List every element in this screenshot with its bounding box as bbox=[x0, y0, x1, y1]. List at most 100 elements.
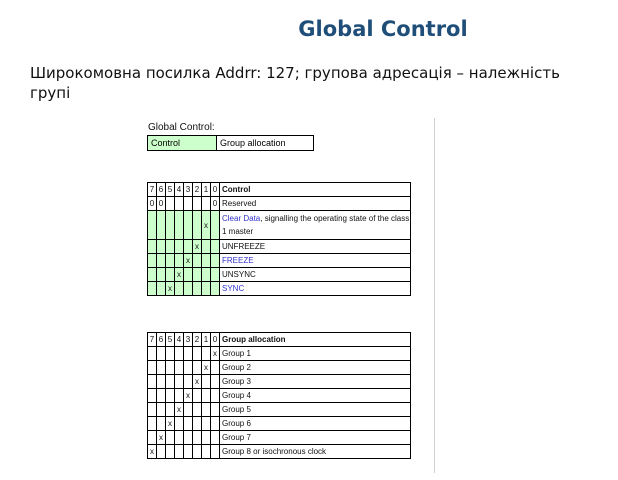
summary-cell-control: Control bbox=[147, 135, 217, 151]
table-row: x Group 4 bbox=[147, 388, 411, 403]
bit-cell: x bbox=[174, 402, 184, 417]
bit-header-cell: 6 bbox=[156, 332, 166, 347]
bit-cell bbox=[201, 444, 211, 459]
bit-cell bbox=[156, 253, 166, 268]
bit-cell bbox=[156, 346, 166, 361]
bit-cell bbox=[174, 346, 184, 361]
row-description: Group 7 bbox=[219, 430, 411, 445]
bit-header-cell: 0 bbox=[210, 182, 220, 197]
bit-cell: 0 bbox=[156, 196, 166, 211]
bit-cell: x bbox=[147, 444, 157, 459]
bit-cell bbox=[192, 281, 202, 296]
bit-cell bbox=[156, 360, 166, 375]
bit-cell bbox=[165, 374, 175, 389]
bit-header-cell: 2 bbox=[192, 182, 202, 197]
bit-header-cell: 0 bbox=[210, 332, 220, 347]
bit-cell bbox=[210, 444, 220, 459]
summary-cell-group-allocation: Group allocation bbox=[216, 135, 314, 151]
bit-cell bbox=[201, 239, 211, 254]
table-row: x SYNC bbox=[147, 281, 411, 296]
bit-cell bbox=[183, 346, 193, 361]
bit-cell bbox=[174, 196, 184, 211]
bit-cell bbox=[183, 239, 193, 254]
bit-cell bbox=[165, 210, 175, 240]
bit-cell: x bbox=[192, 239, 202, 254]
slide-title: Global Control bbox=[298, 17, 468, 41]
row-description: Group 5 bbox=[219, 402, 411, 417]
bit-cell bbox=[174, 210, 184, 240]
row-description: FREEZE bbox=[219, 253, 411, 268]
bit-header-cell: 4 bbox=[174, 332, 184, 347]
bit-header-cell: 1 bbox=[201, 182, 211, 197]
bit-cell bbox=[174, 388, 184, 403]
bit-cell bbox=[156, 210, 166, 240]
bit-cell bbox=[183, 360, 193, 375]
bit-cell bbox=[183, 416, 193, 431]
bit-header-cell: 3 bbox=[183, 182, 193, 197]
page-edge-divider bbox=[434, 118, 435, 473]
bit-cell bbox=[183, 267, 193, 282]
row-description: Group 3 bbox=[219, 374, 411, 389]
bit-cell bbox=[165, 253, 175, 268]
bit-cell bbox=[210, 239, 220, 254]
row-description: Group 2 bbox=[219, 360, 411, 375]
bit-cell bbox=[192, 196, 202, 211]
bit-cell bbox=[201, 281, 211, 296]
bit-cell bbox=[192, 444, 202, 459]
bit-header-cell: 7 bbox=[147, 182, 157, 197]
table-row: x Group 8 or isochronous clock bbox=[147, 444, 411, 459]
bit-cell bbox=[147, 346, 157, 361]
bit-cell bbox=[201, 388, 211, 403]
bit-cell bbox=[165, 444, 175, 459]
bit-cell bbox=[165, 196, 175, 211]
bit-cell bbox=[174, 360, 184, 375]
group-bits-table: 7 6 5 4 3 2 1 0 Group allocation x Group 1 x Group 2… bbox=[147, 332, 411, 459]
bit-cell: x bbox=[165, 416, 175, 431]
bit-cell bbox=[210, 253, 220, 268]
bit-cell bbox=[201, 416, 211, 431]
command-link-text: Clear Data bbox=[222, 214, 261, 223]
bit-cell bbox=[147, 267, 157, 282]
command-link-text: SYNC bbox=[222, 284, 245, 293]
bit-cell bbox=[156, 374, 166, 389]
table-row: x UNSYNC bbox=[147, 267, 411, 282]
bit-cell bbox=[174, 239, 184, 254]
table-row: x Group 2 bbox=[147, 360, 411, 375]
bit-cell bbox=[174, 253, 184, 268]
bit-cell bbox=[156, 388, 166, 403]
bit-cell: x bbox=[165, 281, 175, 296]
bit-cell bbox=[156, 239, 166, 254]
bit-cell bbox=[192, 416, 202, 431]
row-description: UNSYNC bbox=[219, 267, 411, 282]
bit-cell bbox=[192, 360, 202, 375]
row-description: SYNC bbox=[219, 281, 411, 296]
bit-cell: 0 bbox=[147, 196, 157, 211]
bit-cell bbox=[156, 416, 166, 431]
bit-header-cell: 2 bbox=[192, 332, 202, 347]
row-description: Group 4 bbox=[219, 388, 411, 403]
bit-cell bbox=[192, 430, 202, 445]
row-description: Reserved bbox=[219, 196, 411, 211]
bit-header-cell: 3 bbox=[183, 332, 193, 347]
row-description: Group 1 bbox=[219, 346, 411, 361]
document-figure: Global Control: Control Group allocation… bbox=[146, 118, 434, 473]
table-row: x UNFREEZE bbox=[147, 239, 411, 254]
bit-cell bbox=[210, 360, 220, 375]
bit-cell bbox=[192, 346, 202, 361]
bit-cell bbox=[174, 444, 184, 459]
bit-cell bbox=[201, 374, 211, 389]
bit-cell bbox=[147, 360, 157, 375]
bit-cell bbox=[183, 210, 193, 240]
bit-cell bbox=[210, 267, 220, 282]
bit-cell bbox=[210, 430, 220, 445]
bit-cell bbox=[183, 281, 193, 296]
bit-header-cell: 6 bbox=[156, 182, 166, 197]
bit-cell bbox=[165, 239, 175, 254]
bit-cell bbox=[165, 267, 175, 282]
figure-heading: Global Control: bbox=[148, 122, 215, 133]
bit-cell bbox=[201, 430, 211, 445]
bit-cell bbox=[174, 374, 184, 389]
bit-cell bbox=[210, 416, 220, 431]
bit-cell bbox=[210, 388, 220, 403]
bit-cell bbox=[147, 402, 157, 417]
